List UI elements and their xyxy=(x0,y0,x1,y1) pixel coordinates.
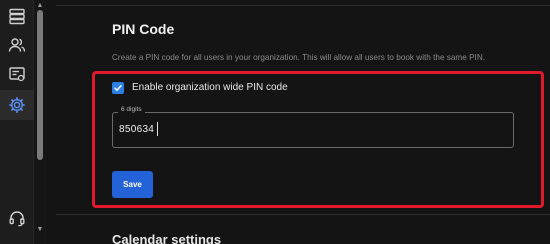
sidebar-item-servers[interactable] xyxy=(0,1,34,31)
sidebar xyxy=(0,0,34,244)
enable-pin-checkbox[interactable] xyxy=(112,82,124,94)
pin-section-title: PIN Code xyxy=(112,21,175,37)
save-button[interactable]: Save xyxy=(112,171,153,198)
gear-icon xyxy=(9,97,25,113)
sidebar-item-booking[interactable] xyxy=(0,59,34,89)
pin-input-legend: 6 digits xyxy=(118,106,145,113)
calendar-settings-title: Calendar settings xyxy=(112,232,222,244)
checkmark-icon xyxy=(114,85,122,91)
pin-input-value[interactable]: 850634 xyxy=(119,124,154,135)
scroll-up-arrow-icon[interactable]: ▲ xyxy=(35,2,45,10)
users-icon xyxy=(8,38,26,52)
sidebar-item-users[interactable] xyxy=(0,30,34,60)
section-divider-top xyxy=(56,5,550,6)
booking-screen-icon xyxy=(9,67,25,82)
vertical-scrollbar[interactable]: ▲ ▼ xyxy=(35,0,45,244)
enable-pin-label[interactable]: Enable organization wide PIN code xyxy=(132,82,288,93)
scroll-down-arrow-icon[interactable]: ▼ xyxy=(35,226,45,234)
pin-code-input[interactable] xyxy=(112,112,514,148)
section-divider-bottom xyxy=(56,214,550,215)
text-caret xyxy=(157,122,158,136)
sidebar-item-support[interactable] xyxy=(0,203,34,233)
server-list-icon xyxy=(9,8,25,25)
pin-section-description: Create a PIN code for all users in your … xyxy=(112,53,486,62)
sidebar-item-settings[interactable] xyxy=(0,90,34,120)
scrollbar-thumb[interactable] xyxy=(37,10,43,160)
headset-icon xyxy=(9,211,25,227)
